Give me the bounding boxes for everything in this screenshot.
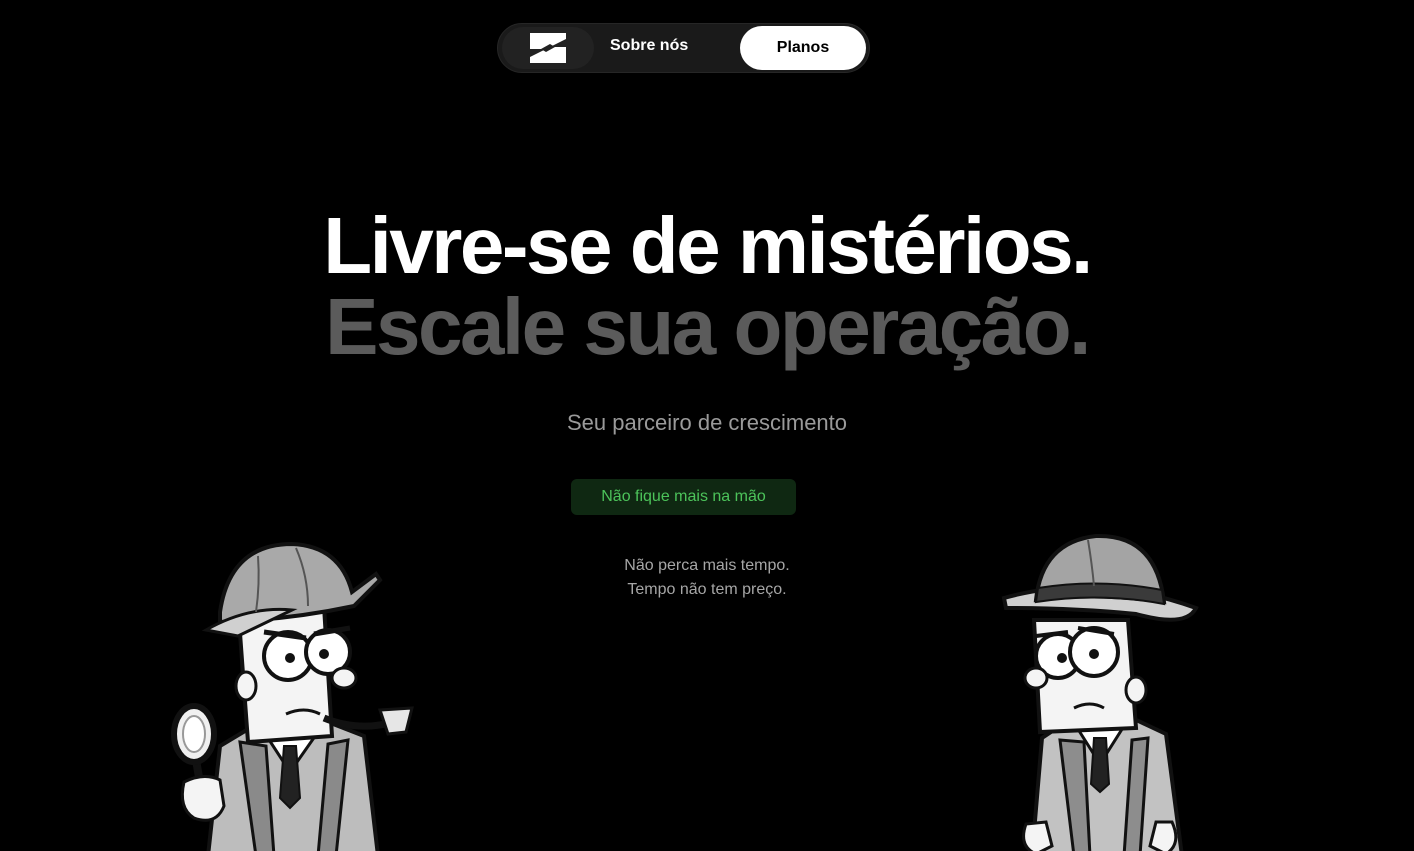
detective-fedora-illustration xyxy=(1001,533,1199,851)
hero-headline-primary: Livre-se de mistérios. xyxy=(323,201,1093,290)
landing-page: Sobre nós Planos Livre-se de mistérios. … xyxy=(0,0,1414,851)
cta-button[interactable]: Não fique mais na mão xyxy=(571,479,796,515)
logo-button[interactable] xyxy=(502,27,594,69)
detective-magnifier-illustration xyxy=(171,541,414,851)
nav-plans-button[interactable]: Planos xyxy=(740,26,866,70)
top-nav: Sobre nós Planos xyxy=(497,23,870,73)
nav-link-about[interactable]: Sobre nós xyxy=(610,37,688,55)
hero-headline-secondary: Escale sua operação. xyxy=(325,282,1091,371)
brand-logo-icon xyxy=(530,33,566,63)
hero-subtitle: Seu parceiro de crescimento xyxy=(566,410,848,435)
